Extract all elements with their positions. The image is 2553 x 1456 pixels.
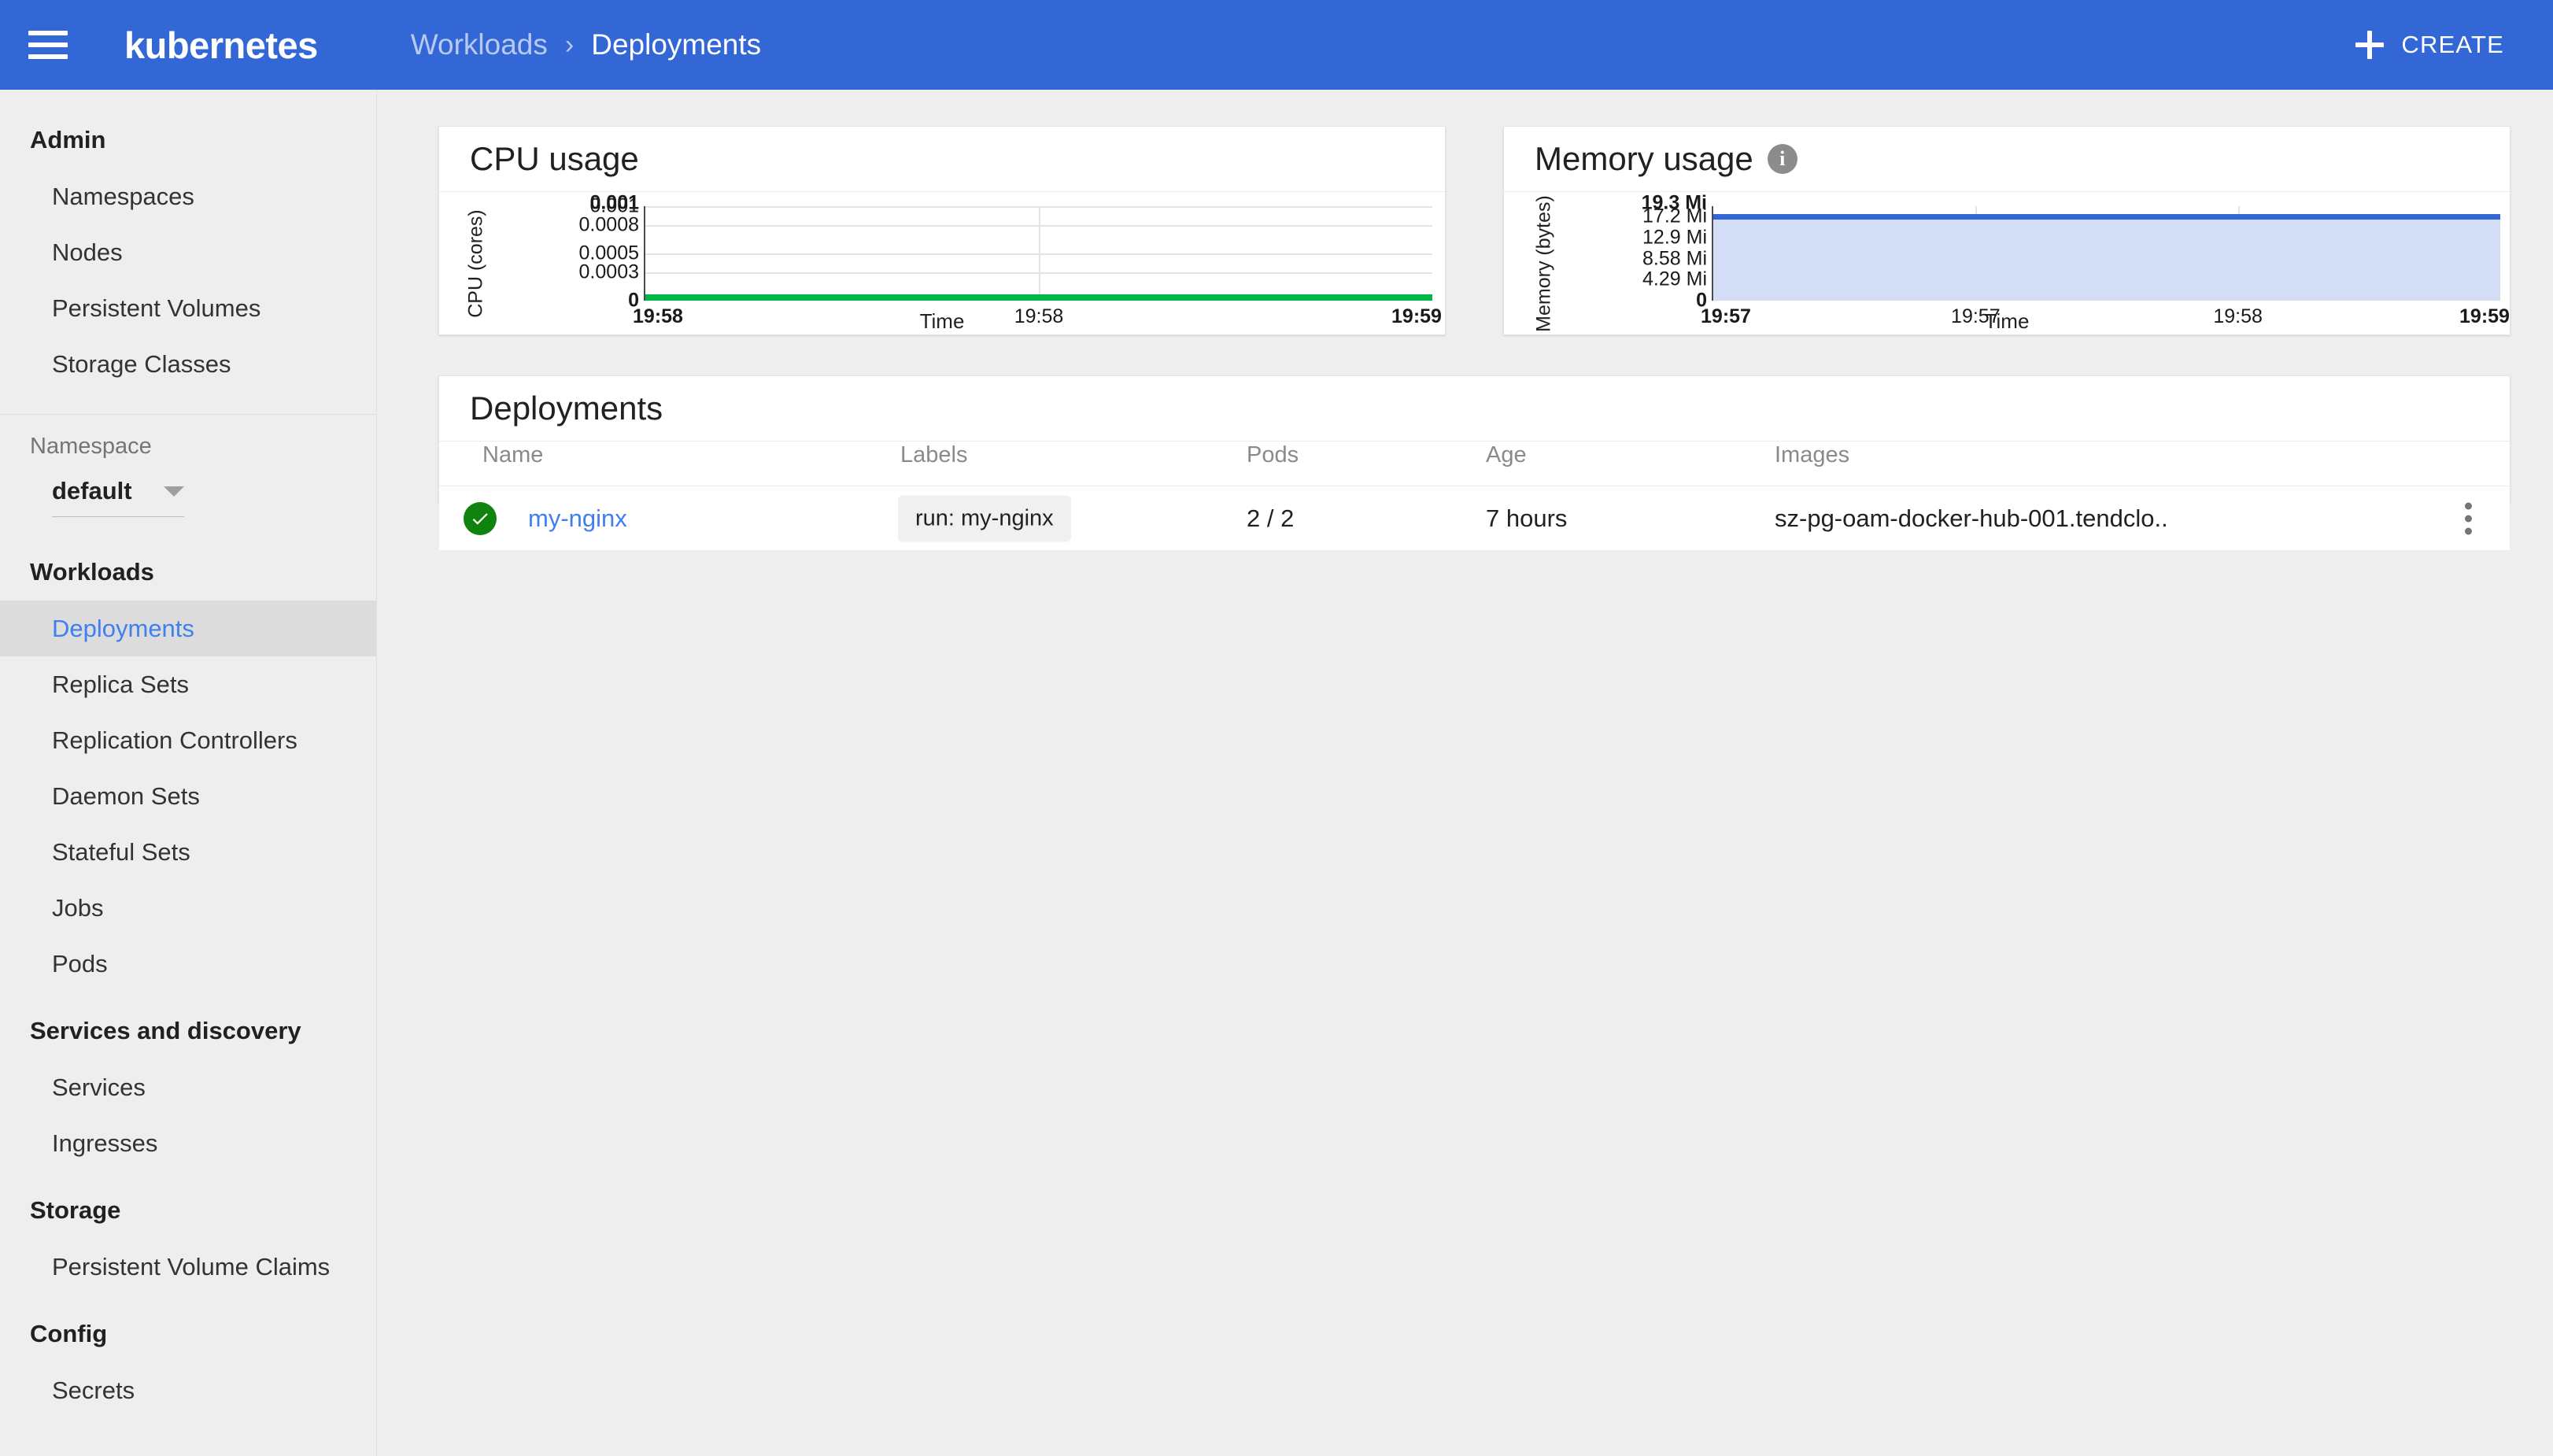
breadcrumb-current: Deployments (591, 28, 762, 61)
column-header-labels[interactable]: Labels (900, 442, 967, 468)
brand-logo: kubernetes (124, 24, 318, 66)
chevron-right-icon: › (564, 29, 575, 60)
y-axis-line (1712, 206, 1713, 301)
x-axis-tick: 19:58 (1014, 305, 1064, 327)
sidebar-item-stateful-sets[interactable]: Stateful Sets (0, 824, 376, 880)
cpu-card-header: CPU usage (439, 127, 1445, 192)
success-check-icon (464, 502, 497, 535)
create-button[interactable]: CREATE (2355, 31, 2504, 59)
y-axis-tick: 4.29 Mi (1642, 268, 1707, 290)
y-axis-tick: 17.2 Mi (1642, 205, 1707, 227)
deployment-pods: 2 / 2 (1247, 504, 1295, 532)
memory-plot-area (1713, 206, 2500, 301)
memory-x-axis-label: Time (1984, 309, 2030, 333)
sidebar-divider (0, 414, 376, 415)
sidebar-section-admin: Admin (30, 126, 106, 153)
namespace-value: default (52, 477, 132, 504)
x-axis-tick: 19:57 (1701, 305, 1751, 327)
series-area (1713, 216, 2500, 301)
deployments-card-header: Deployments (439, 376, 2510, 442)
deployment-images: sz-pg-oam-docker-hub-001.tendclo.. (1775, 504, 2168, 532)
sidebar-item-persistent-volumes[interactable]: Persistent Volumes (0, 280, 376, 336)
table-row[interactable]: my-nginx run: my-nginx 2 / 2 7 hours sz-… (439, 487, 2510, 550)
y-axis-tick: 12.9 Mi (1642, 226, 1707, 249)
y-axis-tick: 8.58 Mi (1642, 247, 1707, 270)
sidebar-nav: Admin Namespaces Nodes Persistent Volume… (0, 90, 377, 1456)
sidebar-item-ingresses[interactable]: Ingresses (0, 1115, 376, 1171)
sidebar-item-secrets[interactable]: Secrets (0, 1362, 376, 1418)
sidebar-item-jobs[interactable]: Jobs (0, 880, 376, 936)
sidebar-section-services-and-discovery: Services and discovery (30, 1017, 301, 1044)
series-line (1713, 213, 2500, 220)
plus-icon (2355, 31, 2385, 59)
main-content: CPU usage CPU (cores) Time 0.001 0.001 0.0… (378, 90, 2553, 1456)
y-axis-tick: 0.0008 (578, 213, 639, 236)
create-button-label: CREATE (2401, 31, 2504, 58)
overflow-menu-icon[interactable] (2460, 498, 2477, 540)
x-axis-tick: 19:58 (2213, 305, 2263, 327)
deployments-table-card: Deployments Name Labels Pods Age Images … (438, 375, 2511, 550)
gridline (1039, 206, 1040, 301)
x-axis-tick: 19:59 (2459, 305, 2510, 327)
x-axis-tick: 19:57 (1951, 305, 2001, 327)
sidebar-section-workloads: Workloads (30, 558, 154, 586)
chevron-down-icon (164, 486, 184, 497)
y-axis-line (644, 206, 645, 301)
hamburger-icon[interactable] (28, 29, 68, 61)
cpu-x-axis-label: Time (919, 309, 965, 333)
sidebar-item-deployments[interactable]: Deployments (0, 601, 376, 656)
info-icon[interactable]: i (1767, 144, 1797, 174)
namespace-select[interactable]: default (52, 477, 184, 517)
y-axis-tick: 0.0003 (578, 261, 639, 283)
x-axis-tick: 19:58 (633, 305, 683, 327)
deployments-table-title: Deployments (470, 390, 663, 427)
deployment-age: 7 hours (1486, 504, 1568, 532)
column-header-name[interactable]: Name (482, 442, 543, 468)
memory-usage-card: Memory usage i Memory (bytes) Time 19.3 … (1503, 126, 2511, 335)
cpu-usage-card: CPU usage CPU (cores) Time 0.001 0.001 0.0… (438, 126, 1446, 335)
column-header-pods[interactable]: Pods (1247, 442, 1299, 468)
memory-card-header: Memory usage i (1504, 127, 2510, 192)
breadcrumb: Workloads › Deployments (411, 28, 761, 61)
x-axis-tick: 19:59 (1391, 305, 1442, 327)
cpu-card-title: CPU usage (470, 140, 639, 177)
sidebar-item-nodes[interactable]: Nodes (0, 224, 376, 280)
sidebar-section-config: Config (30, 1320, 108, 1347)
breadcrumb-parent[interactable]: Workloads (411, 28, 548, 61)
sidebar-item-daemon-sets[interactable]: Daemon Sets (0, 768, 376, 824)
sidebar-item-persistent-volume-claims[interactable]: Persistent Volume Claims (0, 1239, 376, 1295)
memory-usage-chart: Memory (bytes) Time 19.3 Mi 17.2 Mi 12.9 M… (1504, 192, 2510, 335)
sidebar-section-storage: Storage (30, 1196, 121, 1224)
cpu-y-axis-label: CPU (cores) (464, 209, 487, 318)
sidebar-item-storage-classes[interactable]: Storage Classes (0, 336, 376, 392)
sidebar-item-namespaces[interactable]: Namespaces (0, 168, 376, 224)
sidebar-item-replication-controllers[interactable]: Replication Controllers (0, 712, 376, 768)
deployment-name-link[interactable]: my-nginx (528, 504, 627, 533)
app-header: kubernetes Workloads › Deployments CREAT… (0, 0, 2553, 90)
table-header-row: Name Labels Pods Age Images (439, 442, 2510, 486)
namespace-label: Namespace (30, 434, 152, 459)
cpu-plot-area (645, 206, 1432, 301)
deployment-label-chip: run: my-nginx (898, 495, 1071, 542)
column-header-age[interactable]: Age (1486, 442, 1527, 468)
cpu-usage-chart: CPU (cores) Time 0.001 0.001 0.0008 0.0005 0… (439, 192, 1445, 335)
sidebar-item-services[interactable]: Services (0, 1059, 376, 1115)
sidebar-item-pods[interactable]: Pods (0, 936, 376, 992)
series-line (645, 294, 1432, 301)
sidebar-item-replica-sets[interactable]: Replica Sets (0, 656, 376, 712)
memory-card-title: Memory usage (1535, 140, 1753, 177)
column-header-images[interactable]: Images (1775, 442, 1849, 468)
